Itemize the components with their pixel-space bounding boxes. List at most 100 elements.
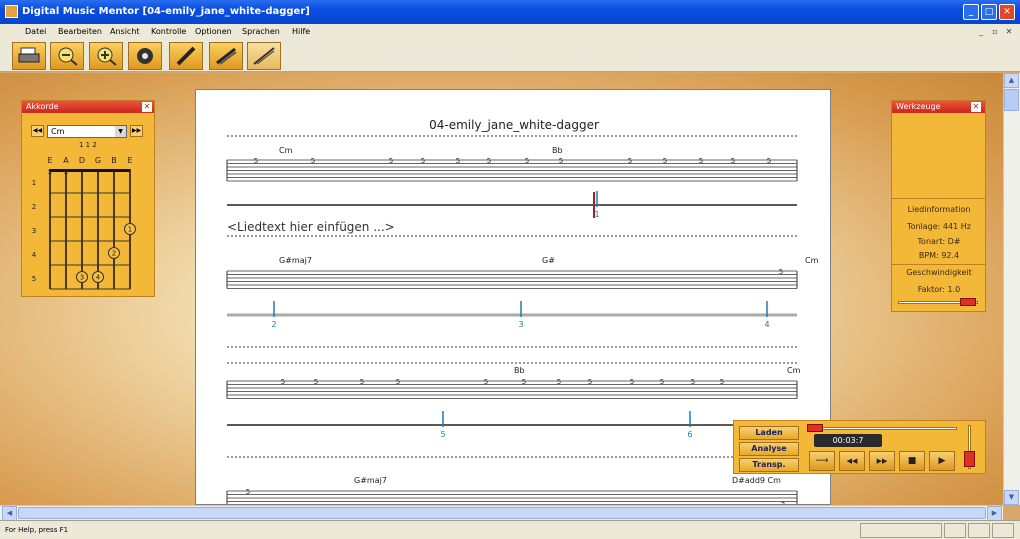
tab-note: 5 xyxy=(699,157,703,165)
position-slider-thumb[interactable] xyxy=(807,424,823,432)
guitar-icon xyxy=(216,47,237,65)
record-disc-button[interactable] xyxy=(128,42,162,70)
menu-kontrolle[interactable]: Kontrolle xyxy=(151,27,186,36)
tab-note: 5 xyxy=(559,157,563,165)
scroll-up-button[interactable]: ▲ xyxy=(1004,73,1019,88)
chords-panel-header: Akkorde xyxy=(22,101,154,113)
guitar-button[interactable] xyxy=(209,42,243,70)
next-chord-button[interactable]: ▶▶ xyxy=(130,125,143,137)
mdi-close-button[interactable]: ✕ xyxy=(1003,26,1015,37)
prev-chord-button[interactable]: ◀◀ xyxy=(31,125,44,137)
tab-note: 5 xyxy=(311,157,315,165)
menu-bar: Datei Bearbeiten Ansicht Kontrolle Optio… xyxy=(0,24,1020,40)
tab-note: 5 xyxy=(628,157,632,165)
chord-label: Cm xyxy=(805,256,819,265)
finger-number: 3 xyxy=(80,274,84,282)
chord-label: Bb xyxy=(514,366,525,375)
menu-ansicht[interactable]: Ansicht xyxy=(110,27,140,36)
chords-panel: Akkorde ✕ ◀◀ Cm ▼ ▶▶ 1 1 2 E A D G B E 1 2 3 4 5 x x… xyxy=(21,100,155,297)
speed-slider-thumb[interactable] xyxy=(960,298,976,306)
tab-note: 5 xyxy=(396,378,400,386)
scroll-right-button[interactable]: ▶ xyxy=(987,506,1002,521)
speed-heading: Geschwindigkeit xyxy=(906,268,972,277)
chord-diagram: E A D G B E 1 2 3 4 5 x x 1 2 3 4 xyxy=(32,156,136,290)
loop-icon: ⟶ xyxy=(815,456,829,466)
tab-note: 5 xyxy=(360,378,364,386)
transpose-button[interactable]: Transp. xyxy=(739,458,799,472)
mdi-restore-button[interactable]: ▫ xyxy=(989,26,1001,37)
maximize-button[interactable]: □ xyxy=(981,4,997,20)
beat-number: 4 xyxy=(764,320,769,329)
status-bar: For Help, press F1 xyxy=(0,520,1020,539)
chords-panel-title: Akkorde xyxy=(26,102,59,111)
horizontal-scrollbar[interactable]: ◀ ▶ xyxy=(0,505,1003,521)
pencil-icon xyxy=(176,46,196,66)
chord-label: Cm xyxy=(279,146,293,155)
string-name-label: D xyxy=(79,156,85,165)
chord-label: Cm xyxy=(787,366,801,375)
chord-label: Bb xyxy=(552,146,563,155)
beat-number: 1 xyxy=(594,210,599,219)
mdi-minimize-button[interactable]: _ xyxy=(975,26,987,37)
lyrics-placeholder[interactable]: <Liedtext hier einfügen ...> xyxy=(227,220,395,234)
fret-number-label: 1 xyxy=(32,179,36,187)
rewind-button[interactable]: ◀◀ xyxy=(839,451,865,471)
beat-number: 3 xyxy=(518,320,523,329)
chord-select[interactable]: Cm ▼ xyxy=(47,125,127,138)
song-title: 04-emily_jane_white-dagger xyxy=(429,118,599,132)
print-icon xyxy=(18,47,40,63)
volume-slider-thumb[interactable] xyxy=(964,451,975,467)
loop-button[interactable]: ⟶ xyxy=(809,451,835,471)
menu-hilfe[interactable]: Hilfe xyxy=(292,27,310,36)
stop-button[interactable]: ■ xyxy=(899,451,925,471)
stop-icon: ■ xyxy=(907,456,917,466)
menu-optionen[interactable]: Optionen xyxy=(195,27,232,36)
vertical-scroll-thumb[interactable] xyxy=(1004,89,1019,111)
load-button[interactable]: Laden xyxy=(739,426,799,440)
window-title: Digital Music Mentor [04-emily_jane_whit… xyxy=(22,6,310,17)
menu-datei[interactable]: Datei xyxy=(25,27,46,36)
tab-note: 5 xyxy=(456,157,460,165)
tab-note: 5 xyxy=(767,157,771,165)
player-panel: Laden Analyse Transp. 00:03:7 ⟶ ◀◀ ▶▶ ■ … xyxy=(733,420,986,474)
position-slider[interactable] xyxy=(807,427,957,430)
tuning-value: Tonlage: 441 Hz xyxy=(907,222,971,231)
play-icon: ▶ xyxy=(938,456,946,466)
tab-note: 5 xyxy=(779,268,783,276)
tab-note: 5 xyxy=(630,378,634,386)
print-button[interactable] xyxy=(12,42,46,70)
zoom-out-button[interactable] xyxy=(50,42,84,70)
chevron-down-icon: ▼ xyxy=(115,126,126,137)
minimize-button[interactable]: _ xyxy=(963,4,979,20)
beat-number: 2 xyxy=(271,320,276,329)
finger-number: 1 xyxy=(128,226,132,234)
scroll-left-button[interactable]: ◀ xyxy=(2,506,17,521)
guitar-neck-button[interactable] xyxy=(247,42,281,70)
fast-forward-button[interactable]: ▶▶ xyxy=(869,451,895,471)
time-display: 00:03:7 xyxy=(814,434,882,447)
tab-note: 5 xyxy=(522,378,526,386)
pencil-button[interactable] xyxy=(169,42,203,70)
beat-number: 5 xyxy=(440,430,445,439)
toolbar xyxy=(0,40,1020,72)
scroll-down-button[interactable]: ▼ xyxy=(1004,490,1019,505)
chords-panel-close-button[interactable]: ✕ xyxy=(142,102,152,112)
tab-note: 5 xyxy=(246,488,250,496)
close-button[interactable]: ✕ xyxy=(999,4,1015,20)
play-button[interactable]: ▶ xyxy=(929,451,955,471)
tab-note: 5 xyxy=(525,157,529,165)
zoom-in-button[interactable] xyxy=(89,42,123,70)
tools-panel-close-button[interactable]: ✕ xyxy=(971,102,981,112)
vertical-scrollbar[interactable]: ▲ ▼ xyxy=(1003,73,1020,505)
string-name-label: E xyxy=(47,156,52,165)
zoom-out-icon xyxy=(58,47,78,66)
string-name-label: E xyxy=(127,156,132,165)
rewind-icon: ◀◀ xyxy=(846,457,858,465)
status-pane xyxy=(968,523,990,538)
menu-sprachen[interactable]: Sprachen xyxy=(242,27,280,36)
menu-bearbeiten[interactable]: Bearbeiten xyxy=(58,27,102,36)
finger-number: 4 xyxy=(96,274,101,282)
analyse-button[interactable]: Analyse xyxy=(739,442,799,456)
horizontal-scroll-thumb[interactable] xyxy=(18,507,986,519)
fret-number-label: 4 xyxy=(32,251,37,259)
